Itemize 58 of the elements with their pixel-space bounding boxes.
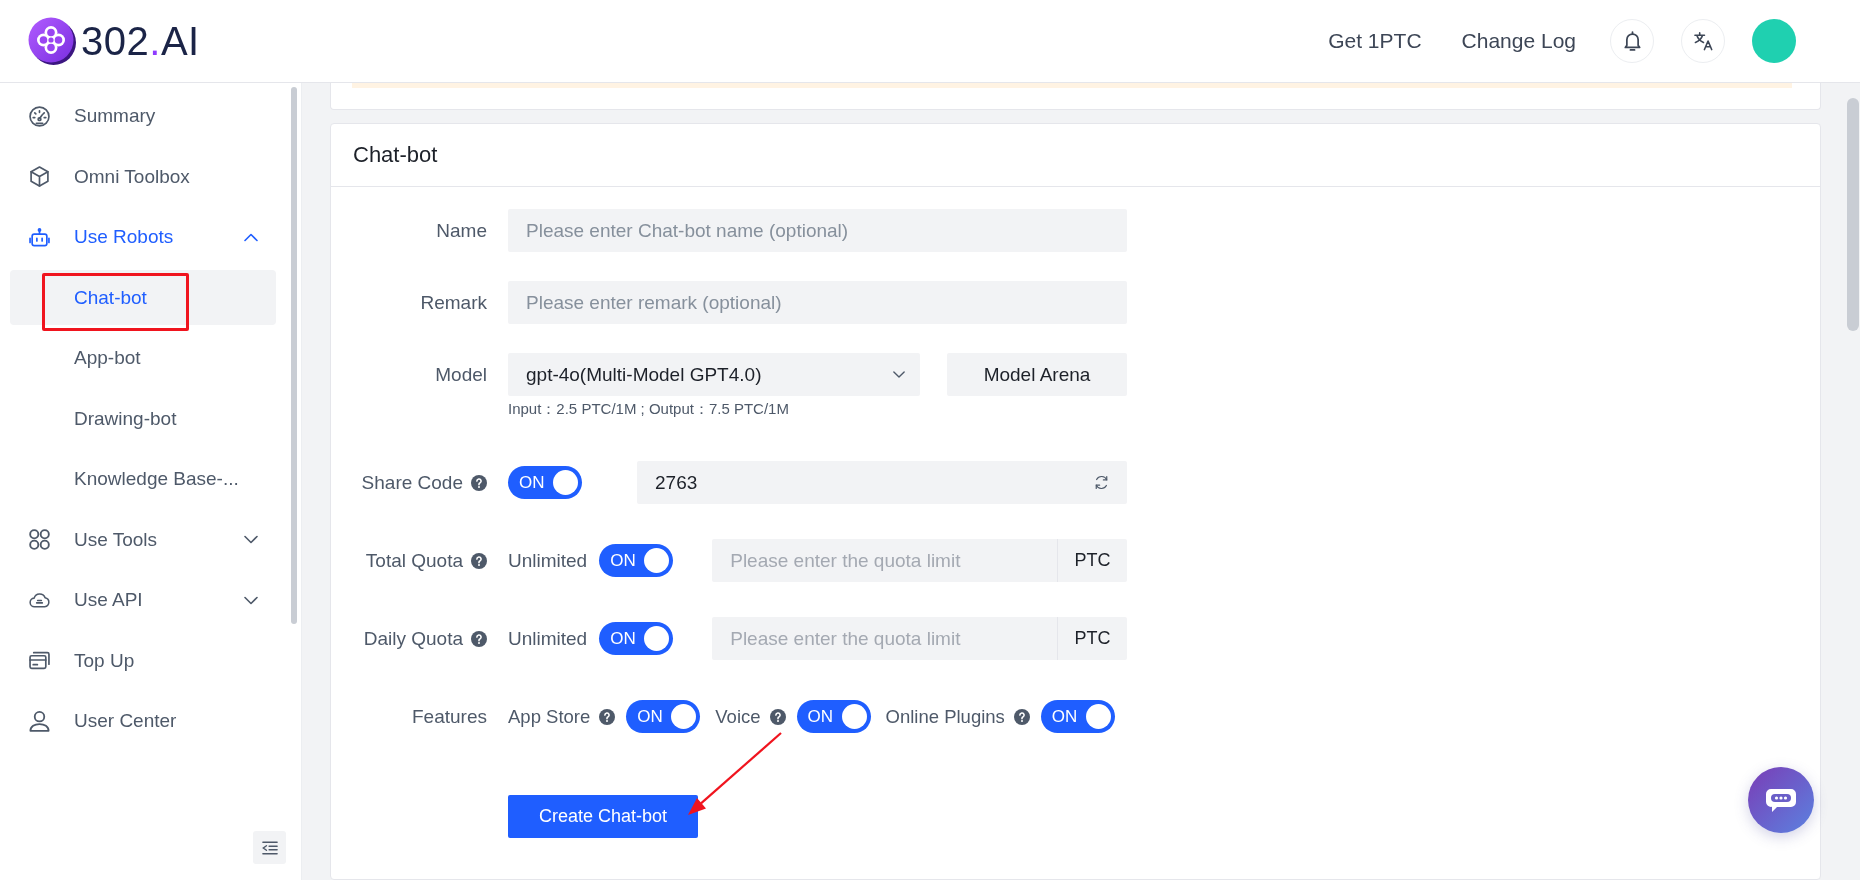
text-input[interactable]: Please enter remark (optional) xyxy=(508,281,1127,324)
collapse-icon xyxy=(261,840,278,855)
page-scrollbar[interactable] xyxy=(1847,98,1859,331)
model-arena-button[interactable]: Model Arena xyxy=(947,353,1127,396)
sidebar-item[interactable]: Top Up xyxy=(10,630,276,691)
translate-icon xyxy=(1693,31,1713,51)
sidebar-subitem[interactable]: App-bot xyxy=(10,330,276,386)
collapse-button[interactable] xyxy=(253,831,286,864)
unit-addon: PTC xyxy=(1057,617,1127,660)
field-label: Remark xyxy=(420,291,487,314)
create-button[interactable]: Create Chat-bot xyxy=(508,795,698,838)
field-label: Name xyxy=(436,219,487,242)
card-title: Chat-bot xyxy=(353,142,438,168)
option-label: Unlimited xyxy=(508,627,588,650)
text-input[interactable]: Please enter Chat-bot name (optional) xyxy=(508,209,1127,252)
card-icon xyxy=(29,650,50,672)
grid-icon xyxy=(29,529,50,551)
field-label: Share Code xyxy=(361,471,463,494)
robot-icon xyxy=(29,226,50,248)
field-label: Total Quota xyxy=(365,549,463,572)
feature-label: App Store xyxy=(508,705,591,728)
share-code-input[interactable]: 2763 xyxy=(637,461,1127,504)
cube-icon xyxy=(29,166,50,188)
field-label: Features xyxy=(412,705,487,728)
logo-icon xyxy=(28,17,76,65)
chat-bubble-icon xyxy=(1765,787,1797,813)
sidebar-item[interactable]: Use API xyxy=(10,570,276,631)
chevron-down-icon xyxy=(893,371,905,378)
sidebar-item[interactable]: Summary xyxy=(10,86,276,147)
model-select[interactable]: gpt-4o(Multi-Model GPT4.0) xyxy=(508,353,920,396)
sidebar-item[interactable]: User Center xyxy=(10,691,276,752)
header-link[interactable]: Change Log xyxy=(1461,29,1576,53)
logo-text: 302.AI xyxy=(81,18,200,64)
notification-button[interactable] xyxy=(1610,19,1654,63)
field-label: Daily Quota xyxy=(363,627,463,650)
sidebar-subitem[interactable]: Drawing-bot xyxy=(10,391,276,447)
sidebar-item[interactable]: Omni Toolbox xyxy=(10,146,276,207)
refresh-icon[interactable] xyxy=(1094,475,1109,490)
gauge-icon xyxy=(29,105,50,127)
sidebar-item[interactable]: Use Robots xyxy=(10,207,276,268)
field-label: Model xyxy=(435,363,487,386)
translate-button[interactable] xyxy=(1681,19,1725,63)
feature-label: Voice xyxy=(715,705,761,728)
toggle-switch[interactable]: ON xyxy=(626,700,701,733)
toggle-switch[interactable]: ON xyxy=(1040,700,1115,733)
toggle-switch[interactable]: ON xyxy=(796,700,871,733)
header-link[interactable]: Get 1PTC xyxy=(1328,29,1422,53)
sidebar-item[interactable]: Use Tools xyxy=(10,509,276,570)
sidebar-subitem[interactable]: Knowledge Base-... xyxy=(10,451,276,507)
price-hint: Input：2.5 PTC/1M ; Output：7.5 PTC/1M xyxy=(508,399,790,419)
user-icon xyxy=(29,710,50,732)
sidebar-subitem[interactable]: Chat-bot xyxy=(10,270,276,326)
bell-icon xyxy=(1622,31,1642,51)
sidebar-scrollbar[interactable] xyxy=(291,87,297,624)
feature-label: Online Plugins xyxy=(885,705,1005,728)
unit-addon: PTC xyxy=(1057,539,1127,582)
option-label: Unlimited xyxy=(508,549,588,572)
toggle-switch[interactable]: ON xyxy=(508,466,582,499)
